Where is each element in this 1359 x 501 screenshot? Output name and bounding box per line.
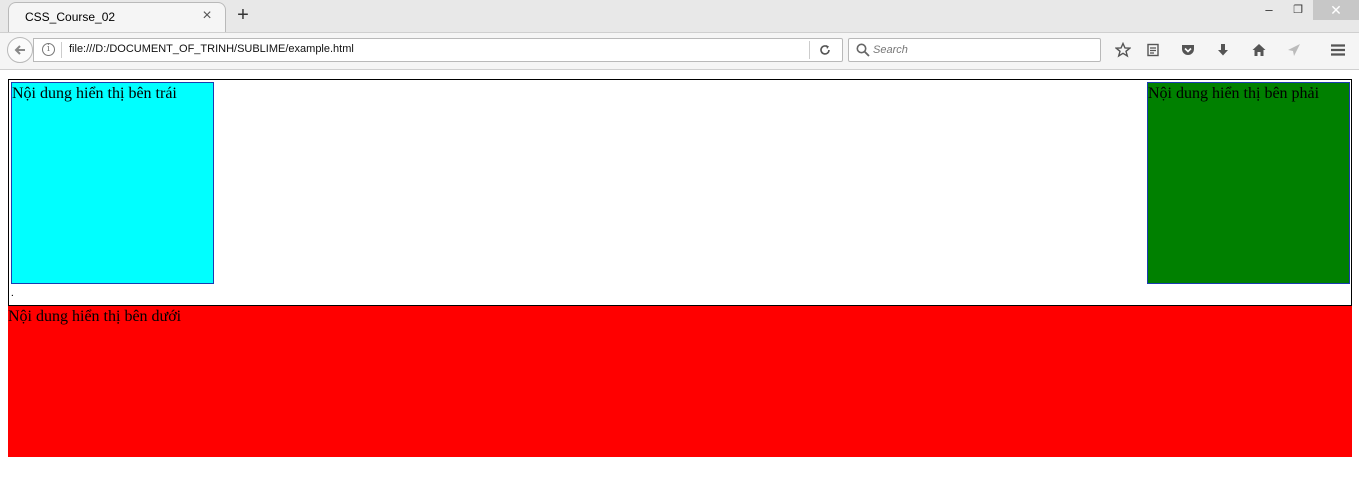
pocket-icon[interactable] <box>1178 41 1198 61</box>
bottom-box: Nội dung hiển thị bên dưới <box>8 306 1352 457</box>
close-window-button[interactable]: ✕ <box>1313 0 1359 20</box>
url-bar[interactable]: i file:///D:/DOCUMENT_OF_TRINH/SUBLIME/e… <box>33 38 843 62</box>
search-bar[interactable] <box>848 38 1101 62</box>
reload-separator <box>809 41 810 59</box>
star-icon[interactable] <box>1113 41 1133 61</box>
menu-icon[interactable] <box>1328 41 1348 61</box>
navigation-toolbar: i file:///D:/DOCUMENT_OF_TRINH/SUBLIME/e… <box>0 32 1359 70</box>
info-icon[interactable]: i <box>42 43 55 56</box>
back-arrow-icon <box>14 45 25 55</box>
maximize-button[interactable]: ❐ <box>1283 0 1313 20</box>
home-icon[interactable] <box>1249 41 1269 61</box>
new-tab-button[interactable]: + <box>233 4 253 28</box>
bottom-box-text: Nội dung hiển thị bên dưới <box>8 308 182 325</box>
back-button[interactable] <box>7 37 33 63</box>
left-box: Nội dung hiển thị bên trái <box>11 82 214 284</box>
left-box-text: Nội dung hiển thị bên trái <box>12 85 177 102</box>
tab-close-icon[interactable]: × <box>199 8 215 24</box>
minimize-button[interactable]: ‒ <box>1254 0 1284 20</box>
clear-text: . <box>11 287 14 299</box>
reload-icon[interactable] <box>816 41 834 59</box>
right-box: Nội dung hiển thị bên phải <box>1147 82 1350 284</box>
url-text[interactable]: file:///D:/DOCUMENT_OF_TRINH/SUBLIME/exa… <box>69 43 354 55</box>
share-icon[interactable] <box>1284 41 1304 61</box>
right-box-text: Nội dung hiển thị bên phải <box>1148 85 1320 102</box>
reading-list-icon[interactable] <box>1143 41 1163 61</box>
tab-title: CSS_Course_02 <box>25 10 116 24</box>
page-viewport: Nội dung hiển thị bên trái Nội dung hiển… <box>0 70 1359 501</box>
float-container: Nội dung hiển thị bên trái Nội dung hiển… <box>8 79 1352 306</box>
url-separator <box>61 42 62 58</box>
download-icon[interactable] <box>1213 41 1233 61</box>
search-input[interactable] <box>873 41 1093 59</box>
tab-css-course[interactable]: CSS_Course_02 × <box>8 2 226 32</box>
tab-strip: CSS_Course_02 × + ‒ ❐ ✕ <box>0 0 1359 32</box>
search-icon <box>856 43 870 57</box>
